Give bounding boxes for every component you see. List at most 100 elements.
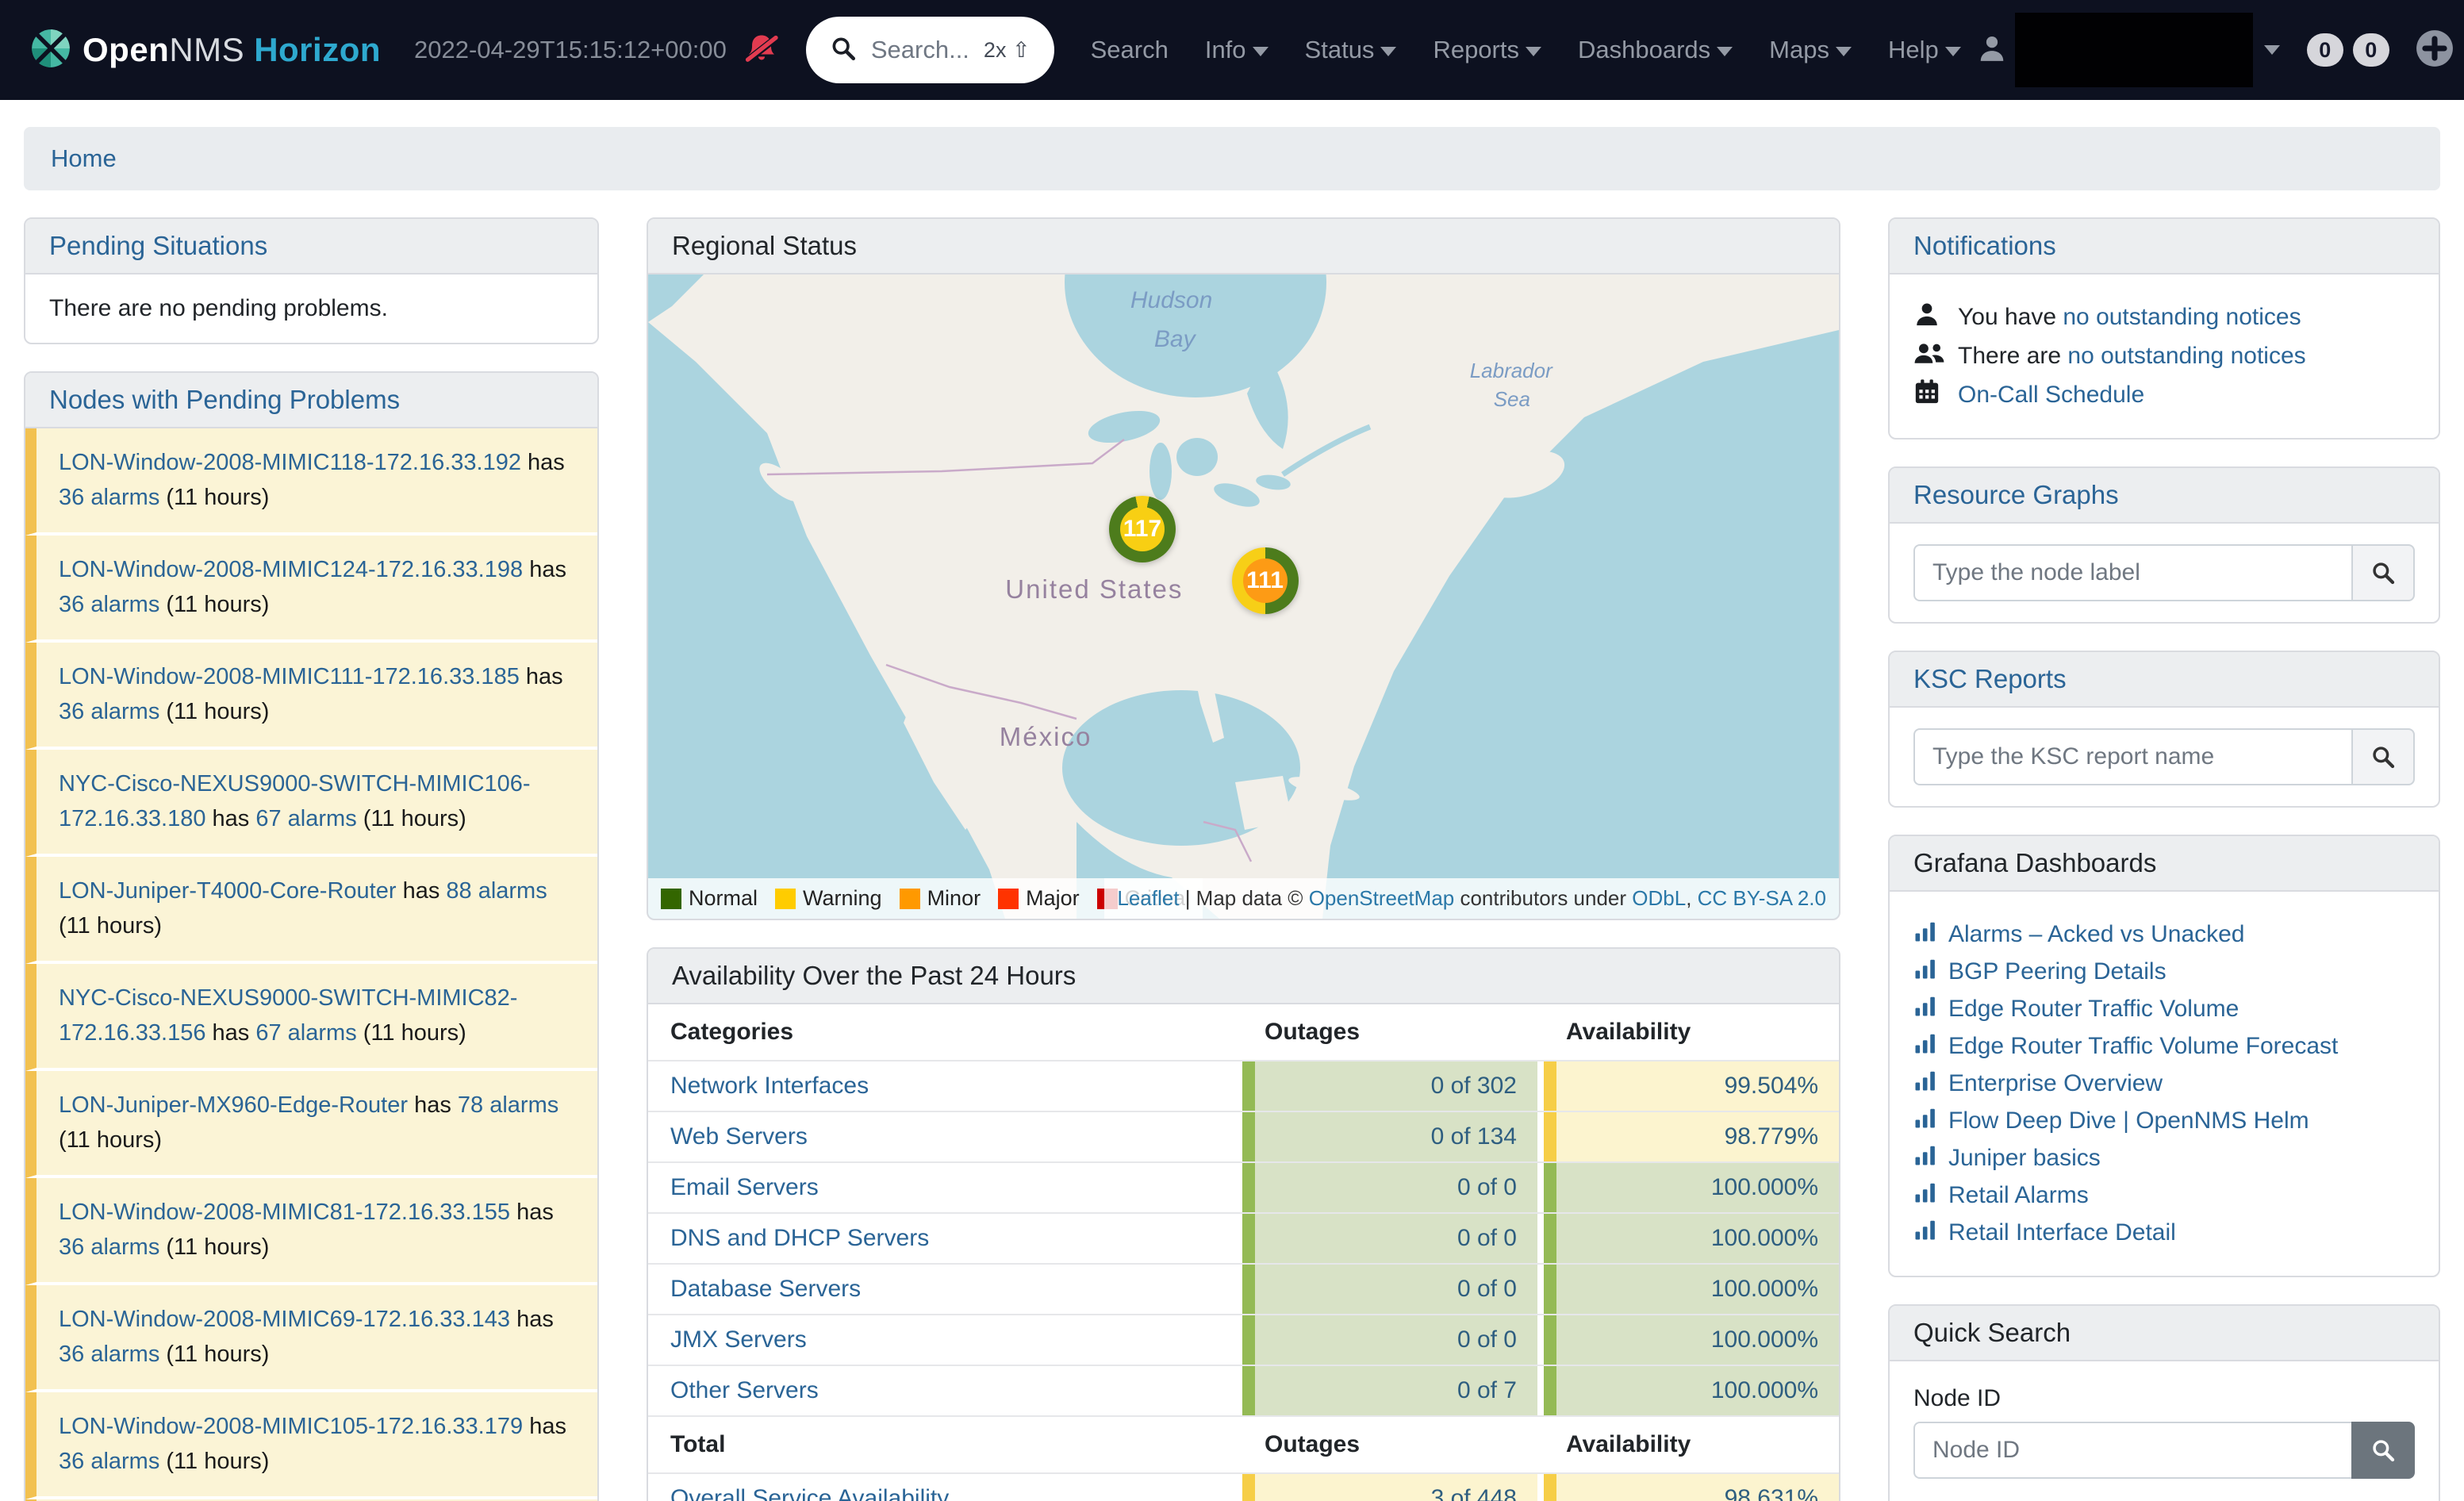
- resource-graphs-title[interactable]: Resource Graphs: [1890, 468, 2439, 524]
- node-alarms-link[interactable]: 36 alarms: [59, 699, 159, 724]
- bar-chart-icon: [1913, 1069, 1937, 1099]
- category-link[interactable]: Email Servers: [670, 1174, 819, 1201]
- navbar-menu-item[interactable]: Maps: [1769, 36, 1852, 64]
- legend-item: Major: [998, 886, 1080, 911]
- notifications-off-icon[interactable]: [744, 33, 779, 68]
- node-link[interactable]: LON-Window-2008-MIMIC105-172.16.33.179: [59, 1414, 523, 1439]
- nodes-pending-problems-title[interactable]: Nodes with Pending Problems: [25, 373, 597, 428]
- node-link[interactable]: LON-Juniper-T4000-Core-Router: [59, 878, 397, 904]
- navbar-menu-item[interactable]: Help: [1888, 36, 1961, 64]
- notification-link[interactable]: no outstanding notices: [2067, 343, 2305, 369]
- node-alarms-link[interactable]: 88 alarms: [446, 878, 547, 904]
- node-link[interactable]: LON-Window-2008-MIMIC69-172.16.33.143: [59, 1307, 510, 1332]
- availability-header-row: Categories Outages Availability: [648, 1004, 1839, 1061]
- ksc-report-search-input[interactable]: [1913, 728, 2351, 785]
- opennms-logo[interactable]: OpenNMSHorizon: [30, 28, 381, 73]
- global-search[interactable]: Search... 2x ⇧: [806, 17, 1054, 83]
- count-badge[interactable]: 0: [2353, 33, 2389, 67]
- grafana-dashboard-link[interactable]: Retail Alarms: [1948, 1182, 2089, 1209]
- notification-link[interactable]: On-Call Schedule: [1958, 382, 2144, 408]
- node-problem-item: LON-Window-2008-MIMIC111-172.16.33.185 h…: [25, 643, 597, 750]
- outages-cell: 0 of 0: [1242, 1214, 1537, 1263]
- node-link[interactable]: LON-Juniper-MX960-Edge-Router: [59, 1092, 408, 1118]
- marker-count: 117: [1123, 516, 1161, 543]
- navbar-menu-item[interactable]: Search: [1091, 36, 1169, 64]
- grafana-dashboard-row: Flow Deep Dive | OpenNMS Helm: [1913, 1106, 2415, 1136]
- node-alarms-link[interactable]: 67 alarms: [255, 1020, 356, 1046]
- navbar-menu-item[interactable]: Info: [1205, 36, 1268, 64]
- node-link[interactable]: LON-Window-2008-MIMIC124-172.16.33.198: [59, 557, 523, 582]
- marker-count: 111: [1246, 567, 1284, 594]
- ksc-reports-title[interactable]: KSC Reports: [1890, 652, 2439, 708]
- grafana-dashboard-link[interactable]: Alarms – Acked vs Unacked: [1948, 921, 2245, 948]
- grafana-dashboard-row: Retail Interface Detail: [1913, 1218, 2415, 1248]
- grafana-dashboard-link[interactable]: Edge Router Traffic Volume Forecast: [1948, 1033, 2338, 1060]
- node-duration: (11 hours): [363, 806, 466, 831]
- notifications-title[interactable]: Notifications: [1890, 219, 2439, 274]
- grafana-dashboard-link[interactable]: Edge Router Traffic Volume: [1948, 996, 2239, 1023]
- navbar-menu-item[interactable]: Dashboards: [1578, 36, 1733, 64]
- grafana-dashboard-link[interactable]: Flow Deep Dive | OpenNMS Helm: [1948, 1108, 2309, 1134]
- user-icon: [1913, 301, 1945, 334]
- node-link[interactable]: LON-Window-2008-MIMIC111-172.16.33.185: [59, 664, 520, 689]
- grafana-dashboard-link[interactable]: BGP Peering Details: [1948, 958, 2167, 985]
- navbar-menu-item[interactable]: Status: [1305, 36, 1397, 64]
- search-icon: [830, 35, 857, 66]
- ccbysa-link[interactable]: CC BY-SA 2.0: [1698, 886, 1826, 910]
- leaflet-link[interactable]: Leaflet: [1117, 886, 1179, 910]
- ksc-report-search-button[interactable]: [2351, 728, 2415, 785]
- legend-swatch: [998, 889, 1019, 909]
- map-cluster-marker[interactable]: 117: [1109, 496, 1176, 562]
- availability-row: JMX Servers 0 of 0 100.000%: [648, 1315, 1839, 1366]
- node-id-input[interactable]: [1913, 1422, 2351, 1479]
- bar-chart-icon: [1913, 1031, 1937, 1061]
- navbar-menu-item[interactable]: Reports: [1433, 36, 1541, 64]
- category-link[interactable]: Other Servers: [670, 1377, 819, 1404]
- osm-link[interactable]: OpenStreetMap: [1309, 886, 1455, 910]
- node-alarms-link[interactable]: 36 alarms: [59, 1342, 159, 1367]
- node-alarms-link[interactable]: 36 alarms: [59, 1234, 159, 1260]
- outages-cell: 0 of 302: [1242, 1061, 1537, 1111]
- node-link[interactable]: LON-Window-2008-MIMIC81-172.16.33.155: [59, 1200, 510, 1225]
- category-link[interactable]: Database Servers: [670, 1276, 861, 1303]
- bar-chart-icon: [1913, 994, 1937, 1024]
- node-duration: (11 hours): [166, 1449, 269, 1474]
- breadcrumb-home-link[interactable]: Home: [51, 144, 117, 172]
- node-id-search-button[interactable]: [2351, 1422, 2415, 1479]
- node-alarms-link[interactable]: 36 alarms: [59, 1449, 159, 1474]
- node-alarms-link[interactable]: 36 alarms: [59, 592, 159, 617]
- quick-add-icon[interactable]: [2415, 29, 2454, 72]
- user-menu-chevron-icon[interactable]: [2264, 45, 2280, 55]
- node-problem-item: LON-Window-2008-MIMIC124-172.16.33.198 h…: [25, 536, 597, 643]
- pending-situations-title[interactable]: Pending Situations: [25, 219, 597, 274]
- regional-status-title: Regional Status: [648, 219, 1839, 274]
- category-link[interactable]: DNS and DHCP Servers: [670, 1225, 929, 1252]
- grafana-dashboard-link[interactable]: Enterprise Overview: [1948, 1070, 2163, 1097]
- category-link[interactable]: Network Interfaces: [670, 1073, 869, 1100]
- username-redacted[interactable]: [2015, 13, 2253, 87]
- resource-graphs-search-button[interactable]: [2351, 544, 2415, 601]
- notification-link[interactable]: no outstanding notices: [2063, 304, 2301, 330]
- node-alarms-link[interactable]: 67 alarms: [255, 806, 356, 831]
- nodes-pending-problems-panel: Nodes with Pending Problems LON-Window-2…: [24, 371, 599, 1501]
- legend-swatch: [661, 889, 681, 909]
- node-alarms-link[interactable]: 78 alarms: [458, 1092, 558, 1118]
- resource-graphs-search-input[interactable]: [1913, 544, 2351, 601]
- grafana-dashboard-link[interactable]: Juniper basics: [1948, 1145, 2101, 1172]
- category-link[interactable]: Web Servers: [670, 1123, 808, 1150]
- availability-row: Other Servers 0 of 7 100.000%: [648, 1366, 1839, 1417]
- legend-swatch: [900, 889, 920, 909]
- regional-status-map[interactable]: Hudson Bay Labrador Sea United States Mé…: [648, 274, 1839, 919]
- grafana-dashboard-link[interactable]: Retail Interface Detail: [1948, 1219, 2176, 1246]
- notification-text: On-Call Schedule: [1958, 382, 2144, 409]
- node-link[interactable]: LON-Window-2008-MIMIC118-172.16.33.192: [59, 450, 521, 475]
- category-link[interactable]: JMX Servers: [670, 1326, 807, 1353]
- overall-availability-link[interactable]: Overall Service Availability: [670, 1485, 949, 1501]
- availability-cell: 100.000%: [1544, 1265, 1839, 1314]
- odbl-link[interactable]: ODbL: [1632, 886, 1686, 910]
- count-badge[interactable]: 0: [2307, 33, 2343, 67]
- grafana-dashboard-row: BGP Peering Details: [1913, 957, 2415, 987]
- node-alarms-link[interactable]: 36 alarms: [59, 485, 159, 510]
- availability-total-row: Overall Service Availability 3 of 448 98…: [648, 1474, 1839, 1501]
- map-cluster-marker[interactable]: 111: [1232, 547, 1299, 614]
